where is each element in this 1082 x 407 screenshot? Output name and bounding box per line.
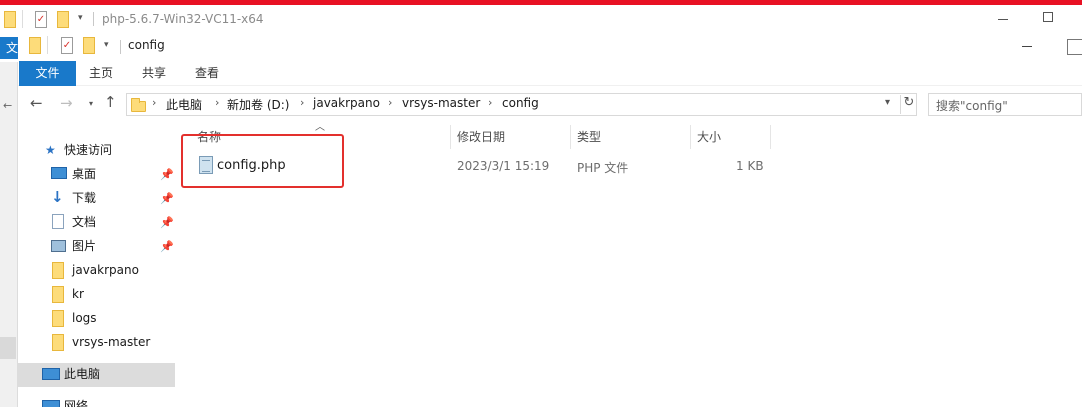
breadcrumb-config[interactable]: config xyxy=(502,96,539,110)
desktop-icon xyxy=(51,167,67,179)
chevron-right-icon[interactable]: › xyxy=(388,96,392,109)
pin-icon[interactable]: 📌 xyxy=(160,240,174,253)
breadcrumb-vrsys-master[interactable]: vrsys-master xyxy=(402,96,480,110)
maximize-icon[interactable] xyxy=(1043,12,1053,22)
properties-icon[interactable]: ✓ xyxy=(35,11,47,28)
tab-file[interactable]: 文件 xyxy=(19,61,76,86)
properties-icon[interactable]: ✓ xyxy=(61,37,73,54)
new-folder-icon[interactable] xyxy=(57,11,69,28)
refresh-icon[interactable]: ↻ xyxy=(900,95,917,114)
nav-item-vrsys-master[interactable]: vrsys-master xyxy=(72,331,150,353)
file-modified: 2023/3/1 15:19 xyxy=(457,159,550,173)
search-placeholder: 搜索"config" xyxy=(936,99,1008,113)
nav-item-network[interactable]: 网络 xyxy=(64,395,88,407)
explorer-window xyxy=(18,33,1082,407)
column-divider[interactable] xyxy=(770,125,771,149)
chevron-right-icon[interactable]: › xyxy=(300,96,304,109)
customize-qat-icon[interactable]: ▾ xyxy=(104,40,109,50)
breadcrumb-this-pc[interactable]: 此电脑 xyxy=(166,96,202,113)
nav-item-downloads[interactable]: 下载 xyxy=(72,187,96,209)
chevron-right-icon[interactable]: › xyxy=(488,96,492,109)
nav-item-kr[interactable]: kr xyxy=(72,283,84,305)
folder-icon xyxy=(52,334,64,351)
back-arrow-icon: ← xyxy=(3,99,13,112)
divider xyxy=(22,10,23,28)
minimize-icon[interactable] xyxy=(998,19,1008,20)
pictures-icon xyxy=(51,240,66,252)
background-selection xyxy=(0,337,16,359)
folder-icon xyxy=(52,286,64,303)
column-divider[interactable] xyxy=(570,125,571,149)
nav-item-documents[interactable]: 文档 xyxy=(72,211,96,233)
forward-arrow-icon[interactable]: → xyxy=(60,94,73,112)
folder-icon xyxy=(4,11,16,28)
column-divider[interactable] xyxy=(690,125,691,149)
column-divider[interactable] xyxy=(450,125,451,149)
file-size: 1 KB xyxy=(736,159,764,173)
tab-view[interactable]: 查看 xyxy=(195,61,219,86)
chevron-right-icon[interactable]: › xyxy=(215,96,219,109)
pin-icon[interactable]: 📌 xyxy=(160,192,174,205)
sort-ascending-icon: ︿ xyxy=(315,122,325,133)
divider xyxy=(47,36,48,54)
breadcrumb-drive-d[interactable]: 新加卷 (D:) xyxy=(227,96,289,113)
divider xyxy=(93,12,94,26)
maximize-icon[interactable] xyxy=(1067,39,1082,55)
window-title: config xyxy=(128,38,165,52)
column-header-modified[interactable]: 修改日期 xyxy=(457,128,505,145)
column-header-size[interactable]: 大小 xyxy=(697,128,721,145)
star-icon: ★ xyxy=(45,143,56,157)
nav-item-desktop[interactable]: 桌面 xyxy=(72,163,96,185)
pin-icon[interactable]: 📌 xyxy=(160,168,174,181)
nav-quick-access[interactable]: 快速访问 xyxy=(64,139,112,161)
file-type: PHP 文件 xyxy=(577,161,629,175)
nav-item-javakrpano[interactable]: javakrpano xyxy=(72,259,139,281)
background-file-tab[interactable]: 文 xyxy=(0,37,18,59)
up-arrow-icon[interactable]: ↑ xyxy=(104,93,117,111)
tab-share[interactable]: 共享 xyxy=(142,61,166,86)
folder-icon xyxy=(52,262,64,279)
download-arrow-icon: ↓ xyxy=(51,188,64,206)
annotation-highlight-box xyxy=(181,134,344,188)
back-arrow-icon[interactable]: ← xyxy=(30,94,43,112)
nav-item-pictures[interactable]: 图片 xyxy=(72,235,96,257)
breadcrumb-javakrpano[interactable]: javakrpano xyxy=(313,96,380,110)
column-header-type[interactable]: 类型 xyxy=(577,128,601,145)
network-icon xyxy=(42,400,60,407)
new-folder-icon[interactable] xyxy=(83,37,95,54)
folder-icon xyxy=(131,98,146,112)
pin-icon[interactable]: 📌 xyxy=(160,216,174,229)
recent-locations-chevron-icon[interactable]: ▾ xyxy=(89,99,93,108)
document-icon xyxy=(52,214,64,229)
nav-item-logs[interactable]: logs xyxy=(72,307,97,329)
background-window-title: php-5.6.7-Win32-VC11-x64 xyxy=(102,12,264,26)
nav-item-this-pc[interactable]: 此电脑 xyxy=(64,363,100,385)
ribbon-tabbar xyxy=(18,60,1082,86)
address-history-chevron-icon[interactable]: ▾ xyxy=(885,97,890,108)
computer-icon xyxy=(42,368,60,380)
folder-icon xyxy=(52,310,64,327)
tab-home[interactable]: 主页 xyxy=(89,61,113,86)
customize-qat-icon[interactable]: ▾ xyxy=(78,13,83,23)
minimize-icon[interactable] xyxy=(1022,46,1032,47)
chevron-right-icon[interactable]: › xyxy=(152,96,156,109)
divider xyxy=(120,40,121,54)
folder-icon xyxy=(29,37,41,54)
